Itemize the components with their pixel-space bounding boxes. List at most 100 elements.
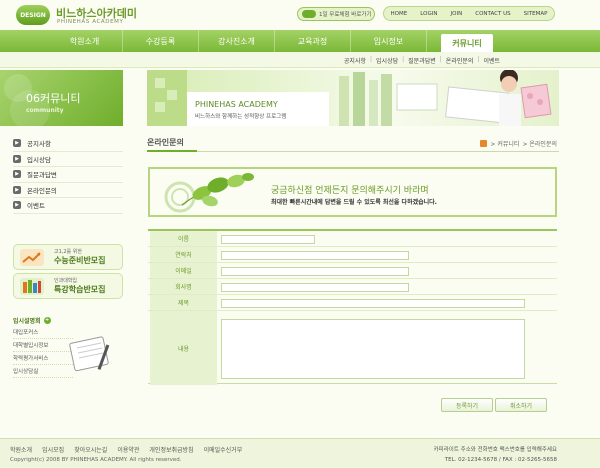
admission-link[interactable]: 대입포커스: [13, 326, 73, 339]
subject-label: 제목: [150, 295, 217, 310]
arrow-icon: ▶: [13, 170, 21, 179]
login-link[interactable]: LOGIN: [420, 11, 437, 17]
footer-link[interactable]: 입시모집: [42, 445, 64, 454]
submit-button[interactable]: 등록하기: [441, 398, 493, 412]
admission-link[interactable]: 학력평가서비스: [13, 352, 73, 365]
nav-item-registration[interactable]: 수강등록: [123, 30, 199, 52]
main-nav: 학원소개 수강등록 강사진소개 교육과정 입시정보 커뮤니티: [0, 30, 600, 52]
footer-link[interactable]: 이메일수신거부: [204, 445, 243, 454]
side-item-inquiry[interactable]: ▶ 온라인문의: [13, 183, 123, 198]
header: DESIGN 비느하스아카데미 PHINEHAS ACADEMY 1일 무료체험…: [0, 0, 600, 30]
cancel-button[interactable]: 취소하기: [495, 398, 547, 412]
footer-phone: TEL. 02-1234-5678 / FAX : 02-5265-5658: [444, 457, 557, 463]
books-icon: [20, 278, 44, 295]
divider: |: [439, 56, 442, 63]
name-input[interactable]: [221, 235, 315, 244]
footer-links: 학원소개 입시모집 찾아오시는길 이용약관 개인정보취급방침 이메일수신거부: [10, 445, 242, 454]
footer-link[interactable]: 이용약관: [117, 445, 139, 454]
company-input[interactable]: [221, 283, 409, 292]
form-row-name: 이름: [148, 231, 557, 247]
form-row-phone: 연락처: [148, 247, 557, 263]
promo-caption: 고1,2를 위한: [54, 249, 82, 255]
subnav-inquiry[interactable]: 온라인문의: [446, 56, 474, 65]
phone-label: 연락처: [150, 247, 217, 262]
phone-input[interactable]: [221, 251, 409, 260]
copyright: Copyright(c) 2008 BY PHINEHAS ACADEMY. A…: [10, 457, 182, 463]
subnav-notice[interactable]: 공지사항: [344, 56, 366, 65]
contact-link[interactable]: CONTACT US: [475, 11, 510, 17]
subnav-event[interactable]: 이벤트: [483, 56, 500, 65]
sitemap-link[interactable]: SITEMAP: [524, 11, 548, 17]
divider: |: [370, 56, 373, 63]
hero-tagline: 비느하스와 함께하는 성적향상 프로그램: [195, 114, 287, 120]
side-item-consult[interactable]: ▶ 입시상담: [13, 152, 123, 167]
sub-nav: 공지사항 | 입시상담 | 질문과답변 | 온라인문의 | 이벤트: [0, 52, 600, 68]
email-label: 이메일: [150, 263, 217, 278]
side-menu: ▶ 공지사항 ▶ 입시상담 ▶ 질문과답변 ▶ 온라인문의 ▶ 이벤트: [13, 136, 123, 214]
page-title: 온라인문의: [147, 138, 184, 147]
email-input[interactable]: [221, 267, 409, 276]
promo-suneung[interactable]: 고1,2를 위한 수능준비반모집: [13, 244, 123, 270]
join-link[interactable]: JOIN: [451, 11, 463, 17]
promo-title: 수능준비반모집: [54, 256, 106, 265]
divider: [147, 151, 559, 152]
hero-banner: PHINEHAS ACADEMY 비느하스와 함께하는 성적향상 프로그램: [147, 70, 559, 126]
utility-links: HOME LOGIN JOIN CONTACT US SITEMAP: [383, 6, 555, 21]
plus-icon: +: [43, 316, 51, 324]
home-icon[interactable]: [480, 140, 488, 147]
breadcrumb-item[interactable]: > 커뮤니티: [490, 139, 519, 148]
divider-accent: [147, 150, 197, 152]
side-item-event[interactable]: ▶ 이벤트: [13, 198, 123, 214]
admission-info-title[interactable]: 입시설명회 +: [13, 314, 123, 326]
form-row-company: 회사명: [148, 279, 557, 295]
name-label: 이름: [150, 231, 217, 246]
breadcrumb-item: > 온라인문의: [522, 141, 557, 148]
side-item-notice[interactable]: ▶ 공지사항: [13, 136, 123, 152]
side-item-label: 이벤트: [27, 202, 45, 211]
nav-item-admission[interactable]: 입시정보: [351, 30, 427, 52]
breadcrumb: > 커뮤니티 > 온라인문의: [480, 139, 557, 148]
form-row-message: 내용: [148, 311, 557, 385]
admission-link[interactable]: 입시상담실: [13, 365, 73, 378]
form-row-subject: 제목: [148, 295, 557, 311]
footer-link[interactable]: 찾아오시는길: [74, 445, 107, 454]
footer-link[interactable]: 개인정보취급방침: [149, 445, 193, 454]
intro-subtext: 최대한 빠른시간내에 답변을 드릴 수 있도록 최선을 다하겠습니다.: [271, 199, 437, 206]
footer-link[interactable]: 학원소개: [10, 445, 32, 454]
admission-info-box: 입시설명회 + 대입포커스 대학별입시정보 학력평가서비스 입시상담실: [13, 314, 123, 378]
nav-item-about[interactable]: 학원소개: [47, 30, 123, 52]
chart-up-icon: [20, 249, 44, 266]
promo-title: 특강학습반모집: [54, 285, 106, 294]
logo-subtitle: PHINEHAS ACADEMY: [57, 19, 124, 25]
side-item-label: 온라인문의: [27, 186, 57, 195]
promo-special[interactable]: 인과대학입 특강학습반모집: [13, 273, 123, 299]
section-hero: 06커뮤니티 community: [0, 70, 123, 126]
admission-link[interactable]: 대학별입시정보: [13, 339, 73, 352]
form-row-email: 이메일: [148, 263, 557, 279]
free-trial-button[interactable]: 1일 무료체험 바로가기: [297, 7, 375, 21]
nav-item-courses[interactable]: 교육과정: [275, 30, 351, 52]
logo-badge: DESIGN: [16, 5, 50, 25]
arrow-icon: ▶: [13, 139, 21, 148]
side-item-label: 질문과답변: [27, 171, 57, 180]
subject-input[interactable]: [221, 299, 525, 308]
promo-caption: 인과대학입: [54, 278, 78, 284]
nav-item-teachers[interactable]: 강사진소개: [199, 30, 275, 52]
message-label: 내용: [150, 311, 217, 385]
nav-item-community[interactable]: 커뮤니티: [441, 34, 493, 52]
subnav-qna[interactable]: 질문과답변: [408, 56, 436, 65]
inquiry-form: 이름 연락처 이메일 회사명 제목 내용: [148, 229, 557, 385]
hero-title: PHINEHAS ACADEMY: [195, 100, 278, 109]
section-title: 06커뮤니티: [26, 92, 81, 105]
footer-contact: 카피라이트 주소와 전화번호 팩스번호를 입력해주세요: [433, 447, 557, 453]
side-item-label: 입시상담: [27, 155, 51, 164]
message-textarea[interactable]: [221, 319, 525, 379]
side-item-qna[interactable]: ▶ 질문과답변: [13, 167, 123, 183]
intro-box: 궁금하신점 언제든지 문의해주시기 바라며 최대한 빠른시간내에 답변을 드릴 …: [148, 167, 557, 217]
home-link[interactable]: HOME: [391, 11, 408, 17]
admission-info-label: 입시설명회: [13, 317, 41, 325]
company-label: 회사명: [150, 279, 217, 294]
arrow-icon: ▶: [13, 201, 21, 210]
subnav-consult[interactable]: 입시상담: [376, 56, 398, 65]
leaf-icon: [164, 173, 254, 213]
